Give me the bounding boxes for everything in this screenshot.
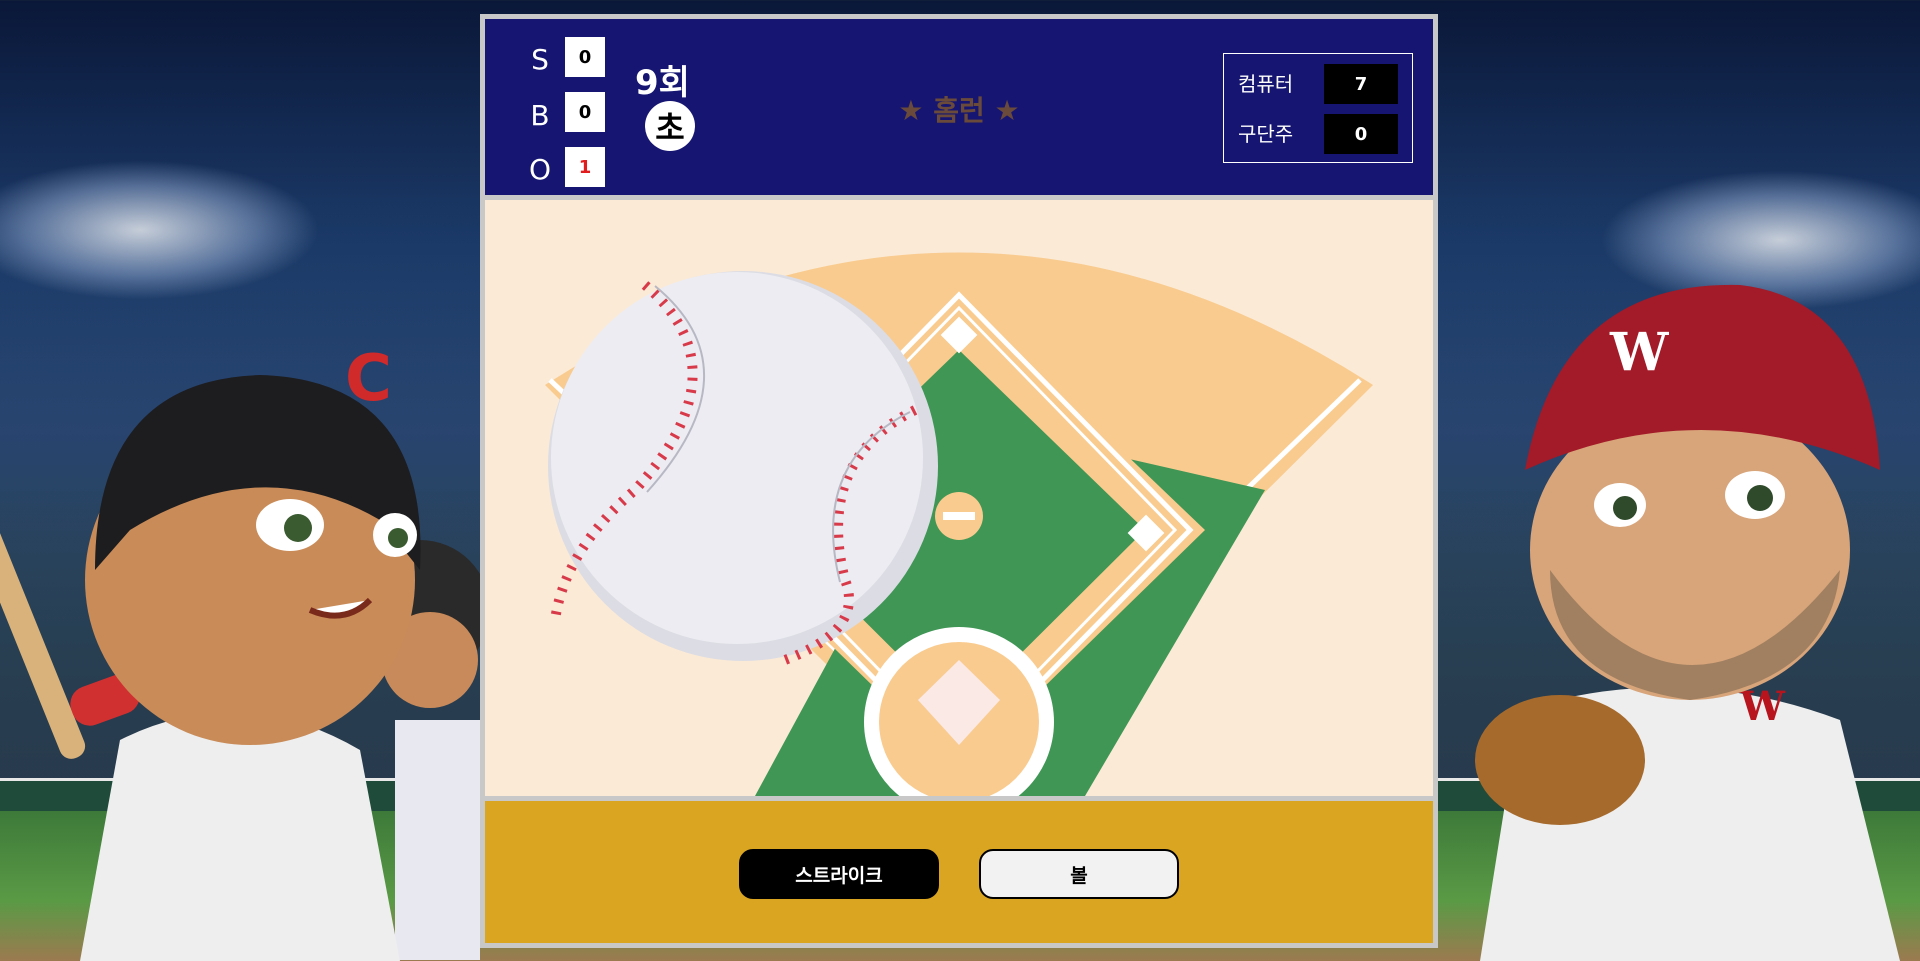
game-board: S 0 B 0 O 1 9회 초 ★ 홈런 ★ 컴퓨터 7 구단주 0 스트라이…	[480, 14, 1438, 948]
strike-count: 0	[565, 37, 605, 77]
field-diagram	[545, 252, 1373, 796]
strike-button[interactable]: 스트라이크	[739, 849, 939, 899]
control-bar: 스트라이크 볼	[485, 801, 1433, 943]
ball-label: B	[530, 99, 550, 132]
computer-score: 7	[1324, 64, 1398, 104]
baseball-field	[485, 200, 1433, 796]
helmet-letter: C	[345, 342, 392, 416]
out-count: 1	[565, 147, 605, 187]
pitcher-character: W W	[1475, 284, 1900, 961]
strike-label: S	[531, 43, 549, 76]
batter-character: C	[0, 342, 480, 961]
ball-button[interactable]: 볼	[979, 849, 1179, 899]
owner-score: 0	[1324, 114, 1398, 154]
scoreboard: S 0 B 0 O 1 9회 초 ★ 홈런 ★ 컴퓨터 7 구단주 0	[485, 19, 1433, 195]
score-panel: 컴퓨터 7 구단주 0	[1223, 53, 1413, 163]
cap-letter: W	[1609, 322, 1670, 383]
owner-score-label: 구단주	[1238, 122, 1294, 146]
out-label: O	[528, 153, 552, 186]
inning-half-badge: 초	[645, 101, 695, 151]
computer-score-label: 컴퓨터	[1238, 72, 1294, 96]
inning-number: 9회	[635, 63, 690, 103]
baseball-icon	[548, 271, 938, 665]
ball-count: 0	[565, 92, 605, 132]
event-banner: ★ 홈런 ★	[898, 94, 1020, 127]
pitchers-rubber	[943, 512, 975, 520]
